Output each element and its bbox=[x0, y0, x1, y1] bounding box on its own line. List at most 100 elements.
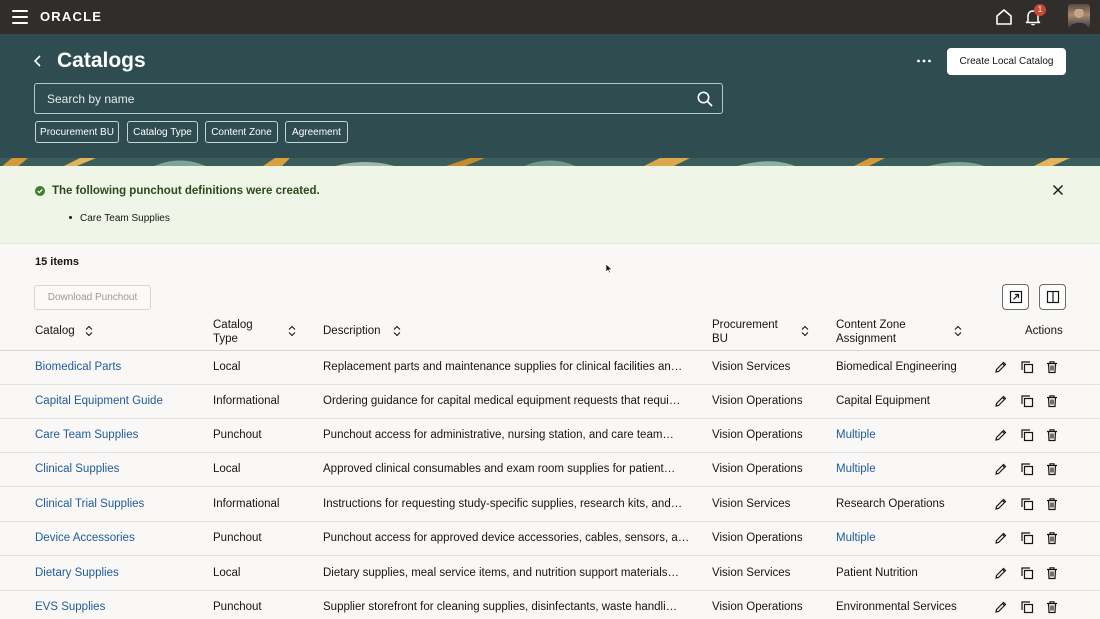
procurement-bu: Vision Operations bbox=[712, 601, 803, 613]
procurement-bu: Vision Operations bbox=[712, 395, 803, 407]
column-header-actions: Actions bbox=[1025, 325, 1063, 337]
duplicate-icon[interactable] bbox=[1020, 428, 1034, 442]
content-zone-link[interactable]: Multiple bbox=[836, 429, 876, 441]
column-header-content-zone[interactable]: Content Zone Assignment bbox=[836, 318, 906, 346]
duplicate-icon[interactable] bbox=[1020, 394, 1034, 408]
description: Instructions for requesting study-specif… bbox=[323, 498, 683, 510]
column-header-catalog-type[interactable]: Catalog Type bbox=[213, 318, 253, 346]
table-row: Biomedical Parts Local Replacement parts… bbox=[0, 351, 1100, 385]
duplicate-icon[interactable] bbox=[1020, 600, 1034, 614]
duplicate-icon[interactable] bbox=[1020, 360, 1034, 374]
content-zone: Biomedical Engineering bbox=[836, 361, 957, 373]
column-header-description[interactable]: Description bbox=[323, 324, 381, 338]
search-input[interactable]: Search by name bbox=[34, 83, 723, 114]
notification-badge: 1 bbox=[1034, 4, 1046, 16]
table-row: EVS Supplies Punchout Supplier storefron… bbox=[0, 591, 1100, 619]
top-bar: ORACLE 1 bbox=[0, 0, 1100, 34]
catalog-link[interactable]: Dietary Supplies bbox=[35, 567, 119, 579]
download-punchout-button[interactable]: Download Punchout bbox=[34, 285, 151, 310]
edit-icon[interactable] bbox=[994, 531, 1008, 545]
delete-icon[interactable] bbox=[1045, 360, 1059, 374]
header-line: Content Zone bbox=[836, 319, 906, 331]
header-line: Procurement bbox=[712, 319, 778, 331]
description: Ordering guidance for capital medical eq… bbox=[323, 395, 681, 407]
back-chevron-icon[interactable] bbox=[32, 54, 44, 68]
procurement-bu: Vision Services bbox=[712, 361, 791, 373]
columns-button[interactable] bbox=[1039, 284, 1066, 310]
edit-icon[interactable] bbox=[994, 360, 1008, 374]
edit-icon[interactable] bbox=[994, 497, 1008, 511]
delete-icon[interactable] bbox=[1045, 394, 1059, 408]
delete-icon[interactable] bbox=[1045, 497, 1059, 511]
edit-icon[interactable] bbox=[994, 462, 1008, 476]
catalog-link[interactable]: Clinical Trial Supplies bbox=[35, 498, 144, 510]
avatar[interactable] bbox=[1068, 4, 1090, 28]
oracle-logo[interactable]: ORACLE bbox=[40, 9, 102, 24]
delete-icon[interactable] bbox=[1045, 428, 1059, 442]
catalog-type: Punchout bbox=[213, 532, 262, 544]
home-icon[interactable] bbox=[995, 8, 1013, 26]
search-icon[interactable] bbox=[696, 90, 714, 108]
column-header-catalog[interactable]: Catalog bbox=[35, 324, 75, 338]
catalog-type: Informational bbox=[213, 395, 280, 407]
duplicate-icon[interactable] bbox=[1020, 497, 1034, 511]
content-zone: Patient Nutrition bbox=[836, 567, 918, 579]
catalog-link[interactable]: Device Accessories bbox=[35, 532, 135, 544]
description: Dietary supplies, meal service items, an… bbox=[323, 567, 680, 579]
delete-icon[interactable] bbox=[1045, 462, 1059, 476]
delete-icon[interactable] bbox=[1045, 600, 1059, 614]
content-zone-link[interactable]: Multiple bbox=[836, 463, 876, 475]
table-row: Clinical Supplies Local Approved clinica… bbox=[0, 453, 1100, 487]
procurement-bu: Vision Operations bbox=[712, 532, 803, 544]
column-header-procurement-bu[interactable]: Procurement BU bbox=[712, 318, 778, 346]
sort-icon[interactable] bbox=[801, 325, 809, 337]
sort-icon[interactable] bbox=[85, 325, 93, 337]
duplicate-icon[interactable] bbox=[1020, 531, 1034, 545]
more-options-icon[interactable] bbox=[916, 58, 932, 64]
create-local-catalog-button[interactable]: Create Local Catalog bbox=[947, 48, 1066, 75]
filter-agreement[interactable]: Agreement bbox=[285, 121, 348, 143]
procurement-bu: Vision Operations bbox=[712, 463, 803, 475]
duplicate-icon[interactable] bbox=[1020, 566, 1034, 580]
catalog-link[interactable]: EVS Supplies bbox=[35, 601, 105, 613]
sort-icon[interactable] bbox=[393, 325, 401, 337]
catalog-link[interactable]: Capital Equipment Guide bbox=[35, 395, 163, 407]
catalog-type: Punchout bbox=[213, 429, 262, 441]
confirmation-message bbox=[0, 166, 1100, 244]
content-zone-link[interactable]: Multiple bbox=[836, 532, 876, 544]
edit-icon[interactable] bbox=[994, 566, 1008, 580]
sort-icon[interactable] bbox=[954, 325, 962, 337]
duplicate-icon[interactable] bbox=[1020, 462, 1034, 476]
catalog-type: Informational bbox=[213, 498, 280, 510]
close-icon[interactable] bbox=[1052, 184, 1064, 196]
filter-catalog-type[interactable]: Catalog Type bbox=[127, 121, 198, 143]
procurement-bu: Vision Services bbox=[712, 498, 791, 510]
table-row: Device Accessories Punchout Punchout acc… bbox=[0, 522, 1100, 556]
header-line: BU bbox=[712, 333, 728, 345]
filter-procurement-bu[interactable]: Procurement BU bbox=[35, 121, 119, 143]
delete-icon[interactable] bbox=[1045, 531, 1059, 545]
catalog-link[interactable]: Clinical Supplies bbox=[35, 463, 119, 475]
edit-icon[interactable] bbox=[994, 600, 1008, 614]
catalog-link[interactable]: Care Team Supplies bbox=[35, 429, 138, 441]
procurement-bu: Vision Operations bbox=[712, 429, 803, 441]
message-list-item: Care Team Supplies bbox=[80, 213, 170, 224]
edit-icon[interactable] bbox=[994, 394, 1008, 408]
item-count: 15 items bbox=[35, 256, 80, 268]
description: Supplier storefront for cleaning supplie… bbox=[323, 601, 678, 613]
delete-icon[interactable] bbox=[1045, 566, 1059, 580]
menu-icon[interactable] bbox=[12, 10, 28, 24]
description: Replacement parts and maintenance suppli… bbox=[323, 361, 683, 373]
edit-icon[interactable] bbox=[994, 428, 1008, 442]
sort-icon[interactable] bbox=[288, 325, 296, 337]
mouse-pointer-icon bbox=[605, 263, 613, 274]
description: Punchout access for administrative, nurs… bbox=[323, 429, 674, 441]
filter-content-zone[interactable]: Content Zone bbox=[205, 121, 278, 143]
catalog-type: Local bbox=[213, 361, 241, 373]
columns-icon bbox=[1046, 290, 1059, 304]
detach-button[interactable] bbox=[1002, 284, 1029, 310]
catalog-link[interactable]: Biomedical Parts bbox=[35, 361, 121, 373]
content-zone: Capital Equipment bbox=[836, 395, 930, 407]
header-line: Catalog bbox=[213, 319, 253, 331]
header-line: Type bbox=[213, 333, 238, 345]
